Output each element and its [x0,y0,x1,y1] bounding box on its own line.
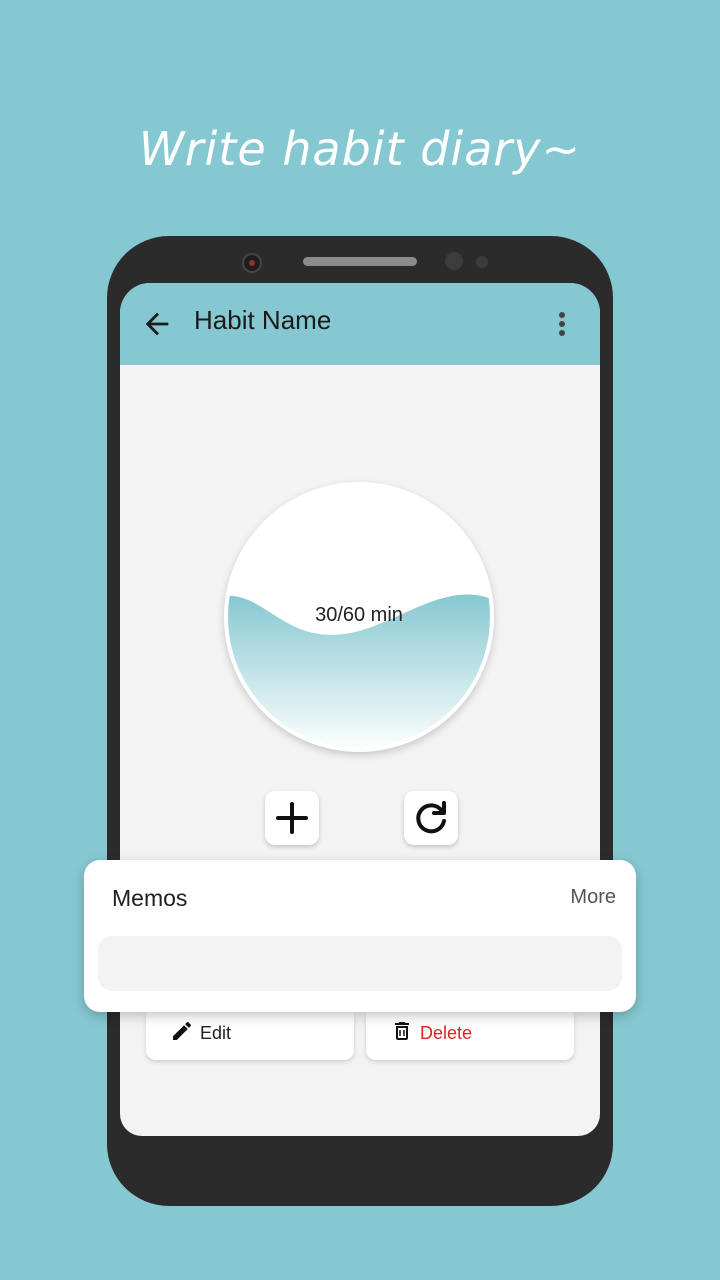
progress-label: 30/60 min [315,604,403,626]
memo-input[interactable] [98,936,622,991]
proximity-sensor [445,252,463,270]
pencil-icon [173,1021,192,1040]
delete-button[interactable]: Delete [366,1007,574,1060]
edit-button[interactable]: Edit [146,1007,354,1060]
arrow-left-icon[interactable] [140,307,174,341]
edit-label: Edit [200,1023,232,1043]
front-camera [242,253,262,273]
delete-label: Delete [420,1023,473,1043]
headline: Write habit diary~ [138,122,582,176]
app-bar: Habit Name [120,283,600,365]
trash-icon [395,1022,409,1040]
page-title: Habit Name [194,305,332,335]
memos-more-link[interactable]: More [570,886,616,909]
progress-circle[interactable]: 30/60 min [224,482,494,752]
plus-icon [276,802,308,834]
more-vertical-icon[interactable] [552,307,572,341]
add-button[interactable] [265,791,319,845]
light-sensor [476,256,488,268]
phone-frame: Habit Name 30/60 min Edit Delete [107,236,613,1206]
reset-button[interactable] [404,791,458,845]
memos-title: Memos [112,885,188,911]
earpiece-speaker [303,257,417,266]
memos-card: Memos More [84,860,636,1012]
refresh-icon [416,801,446,834]
